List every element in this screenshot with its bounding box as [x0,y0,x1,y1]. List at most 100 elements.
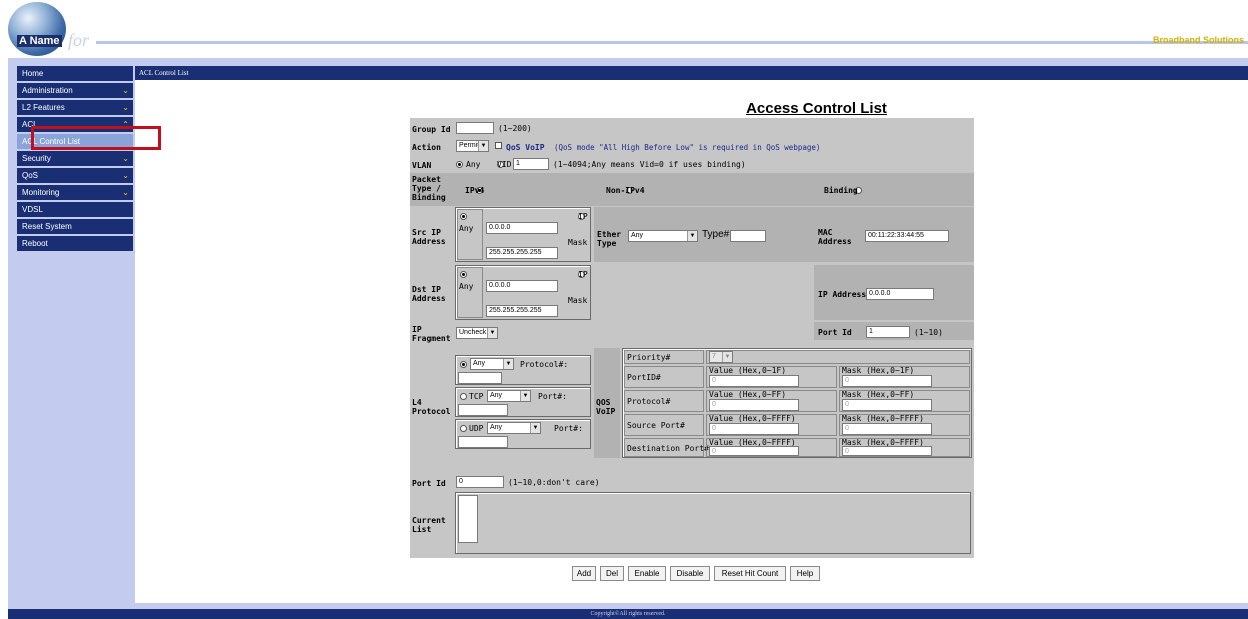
sidebar-item-label: Monitoring [22,188,60,197]
qos-portid-mask-input[interactable]: 0 [842,375,932,387]
l4-tcp-radio[interactable] [460,393,467,400]
src-ip-label: Src IP Address [412,228,446,246]
enable-button[interactable]: Enable [628,566,666,581]
help-button[interactable]: Help [790,566,820,581]
priority-label: Priority# [627,353,671,362]
qos-source-port-value-input[interactable]: 0 [709,423,799,435]
chevron-down-icon: ⌄ [122,154,129,163]
binding-port-id-input[interactable]: 1 [866,326,910,338]
ip-address-input[interactable]: 0.0.0.0 [866,288,934,300]
l4-tcp-select[interactable]: Any ▼ [487,390,531,402]
sidebar-item-label: Security [22,154,51,163]
sidebar-item-label: Home [22,69,44,78]
dropdown-arrow-icon: ▼ [520,391,530,401]
qos-voip-checkbox[interactable] [495,142,502,149]
port-id-hint: (1~10,0:don't care) [508,478,600,487]
sidebar-item-qos[interactable]: QoS ⌄ [17,168,133,183]
qos-source-port-mask-input[interactable]: 0 [842,423,932,435]
header: A Name for Broadband Solutions [0,0,1248,58]
priority-select[interactable]: 7 ▼ [709,351,733,363]
qos-destination-port-label: Destination Port# [627,444,709,453]
src-ip-ip-label: IP [578,212,588,221]
del-button[interactable]: Del [600,566,624,581]
packet-type-label: Packet Type / Binding [412,175,446,202]
qos-portid-value-input[interactable]: 0 [709,375,799,387]
dst-ip-group: Any IP 0.0.0.0 Mask 255.255.255.255 [455,265,591,320]
sidebar-item-label: VDSL [22,205,43,214]
qos-protocol-value-input[interactable]: 0 [709,399,799,411]
vlan-any-label: Any [466,160,481,169]
dst-ip-mask-input[interactable]: 255.255.255.255 [486,305,558,317]
ip-fragment-label: IP Fragment [412,325,451,343]
ether-type-number-label: Type# [702,229,730,240]
sidebar-item-label: Reboot [22,239,48,248]
src-ip-mask-input[interactable]: 255.255.255.255 [486,247,558,259]
globe-logo-icon [8,2,66,56]
dst-ip-input[interactable]: 0.0.0.0 [486,280,558,292]
qos-protocol-mask-header: Mask (Hex,0~FF) [842,390,915,399]
vlan-hint: (1~4094;Any means Vid=0 if uses binding) [553,160,746,169]
ether-type-number-input[interactable] [730,230,766,242]
l4-any-group: Any ▼ Protocol#: [455,355,591,385]
qos-voip-table: Priority# 7 ▼ PortID# Value (Hex,0~1F) 0… [622,348,972,458]
ether-type-select[interactable]: Any ▼ [628,230,698,242]
qos-source-port-value-header: Value (Hex,0~FFFF) [709,414,796,423]
sidebar-item-home[interactable]: Home [17,66,133,81]
qos-destination-port-mask-input[interactable]: 0 [842,446,932,456]
dropdown-arrow-icon: ▼ [503,359,513,369]
l4-tcp-group: TCP Any ▼ Port#: [455,387,591,417]
qos-protocol-mask-input[interactable]: 0 [842,399,932,411]
dst-ip-any-radio[interactable] [460,271,467,278]
l4-udp-select[interactable]: Any ▼ [487,422,541,434]
sidebar-item-l2-features[interactable]: L2 Features ⌄ [17,100,133,115]
dst-ip-any-label: Any [459,282,474,291]
group-id-hint: (1~200) [498,124,532,133]
src-ip-any-label: Any [459,224,474,233]
packet-non-ipv4-label: Non-IPv4 [606,186,645,195]
mac-address-input[interactable]: 00:11:22:33:44:55 [865,230,949,242]
chevron-down-icon: ⌄ [122,86,129,95]
l4-udp-port-label: Port#: [554,424,583,433]
chevron-down-icon: ⌄ [122,103,129,112]
l4-udp-port-input[interactable] [458,436,508,448]
sidebar-item-monitoring[interactable]: Monitoring ⌄ [17,185,133,200]
ip-fragment-select-value: Uncheck [459,329,487,336]
dropdown-arrow-icon: ▼ [722,352,732,362]
disable-button[interactable]: Disable [670,566,710,581]
packet-ipv4-label: IPv4 [465,186,485,195]
l4-udp-group: UDP Any ▼ Port#: [455,419,591,449]
content-area: ACL Control List Access Control List Gro… [135,66,1248,603]
l4-any-radio[interactable] [460,361,467,368]
sidebar-item-administration[interactable]: Administration ⌄ [17,83,133,98]
qos-voip-note: (QoS mode "All High Before Low" is requi… [554,143,821,152]
src-ip-any-radio[interactable] [460,213,467,220]
vlan-any-radio[interactable] [456,161,463,168]
current-list-select[interactable] [458,495,478,543]
ip-fragment-select[interactable]: Uncheck ▼ [456,327,498,339]
port-id-input[interactable]: 0 [456,476,504,488]
add-button[interactable]: Add [572,566,596,581]
vlan-vid-input[interactable]: 1 [513,158,549,170]
sidebar-item-vdsl[interactable]: VDSL [17,202,133,217]
packet-binding-label: Binding [824,186,858,195]
action-select[interactable]: Permit ▼ [456,140,489,152]
l4-tcp-select-value: Any [490,392,503,399]
binding-port-id-hint: (1~10) [914,328,943,337]
l4-any-select[interactable]: Any ▼ [470,358,514,370]
qos-destination-port-value-input[interactable]: 0 [709,446,799,456]
src-ip-input[interactable]: 0.0.0.0 [486,222,558,234]
l4-protocol-number-label: Protocol#: [520,360,569,369]
qos-voip-label: QoS VoIP [506,143,545,152]
l4-tcp-port-input[interactable] [458,404,508,416]
l4-udp-radio[interactable] [460,425,467,432]
sidebar-item-security[interactable]: Security ⌄ [17,151,133,166]
l4-protocol-number-input[interactable] [458,372,502,384]
reset-hit-count-button[interactable]: Reset Hit Count [714,566,786,581]
sidebar-item-reboot[interactable]: Reboot [17,236,133,251]
sidebar-item-reset-system[interactable]: Reset System [17,219,133,234]
dropdown-arrow-icon: ▼ [687,231,697,241]
qos-portid-label: PortID# [627,373,661,382]
l4-udp-select-value: Any [490,424,503,431]
group-id-input[interactable] [456,122,494,134]
vlan-label: VLAN [412,161,432,170]
